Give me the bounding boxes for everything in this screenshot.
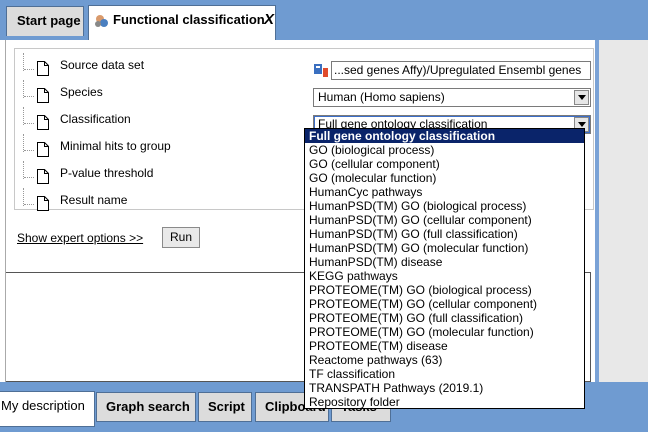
dropdown-option[interactable]: HumanPSD(TM) GO (cellular component)	[305, 213, 584, 227]
dropdown-option[interactable]: PROTEOME(TM) GO (cellular component)	[305, 297, 584, 311]
dropdown-option[interactable]: GO (biological process)	[305, 143, 584, 157]
source-data-set-value[interactable]: ...sed genes Affy)/Upregulated Ensembl g…	[331, 61, 591, 80]
tab-script[interactable]: Script	[198, 392, 252, 422]
close-icon[interactable]: X	[264, 6, 274, 34]
classification-label: Classification	[60, 112, 131, 126]
dropdown-option[interactable]: PROTEOME(TM) disease	[305, 339, 584, 353]
dropdown-option[interactable]: KEGG pathways	[305, 269, 584, 283]
document-icon	[37, 169, 49, 184]
tree-branch	[24, 177, 34, 178]
dataset-icon	[314, 64, 328, 77]
tab-functional-label: Functional classification	[113, 12, 265, 27]
dropdown-option[interactable]: HumanPSD(TM) disease	[305, 255, 584, 269]
dropdown-option[interactable]: HumanPSD(TM) GO (molecular function)	[305, 241, 584, 255]
dropdown-option[interactable]: PROTEOME(TM) GO (biological process)	[305, 283, 584, 297]
classification-dropdown-list[interactable]: Full gene ontology classification GO (bio…	[304, 128, 585, 409]
dropdown-option[interactable]: TRANSPATH Pathways (2019.1)	[305, 381, 584, 395]
document-icon	[37, 88, 49, 103]
tree-branch	[24, 150, 34, 151]
species-select[interactable]: Human (Homo sapiens)	[313, 88, 591, 107]
p-value-label: P-value threshold	[60, 166, 154, 180]
side-panel	[595, 40, 648, 382]
run-button[interactable]: Run	[162, 227, 200, 248]
species-value: Human (Homo sapiens)	[318, 90, 445, 104]
result-name-label: Result name	[60, 193, 128, 207]
dropdown-option[interactable]: Reactome pathways (63)	[305, 353, 584, 367]
tree-branch	[24, 123, 34, 124]
dropdown-option[interactable]: TF classification	[305, 367, 584, 381]
tree-branch	[24, 204, 34, 205]
source-data-set-field[interactable]: ...sed genes Affy)/Upregulated Ensembl g…	[313, 61, 591, 80]
dropdown-option[interactable]: HumanPSD(TM) GO (full classification)	[305, 227, 584, 241]
document-icon	[37, 115, 49, 130]
tab-my-description[interactable]: My description	[0, 391, 95, 427]
minimal-hits-label: Minimal hits to group	[60, 139, 171, 153]
tab-graph-search[interactable]: Graph search	[96, 392, 196, 422]
row-species: Species Human (Homo sapiens)	[15, 80, 593, 109]
functional-classification-icon	[95, 15, 108, 27]
row-source-data-set: Source data set ...sed genes Affy)/Upreg…	[15, 53, 593, 82]
dropdown-option[interactable]: PROTEOME(TM) GO (molecular function)	[305, 325, 584, 339]
dropdown-option[interactable]: HumanCyc pathways	[305, 185, 584, 199]
document-icon	[37, 61, 49, 76]
dropdown-option[interactable]: PROTEOME(TM) GO (full classification)	[305, 311, 584, 325]
source-data-set-label: Source data set	[60, 58, 145, 72]
dropdown-option[interactable]: Repository folder	[305, 395, 584, 409]
document-icon	[37, 142, 49, 157]
side-panel-body	[599, 40, 648, 382]
document-icon	[37, 196, 49, 211]
chevron-down-icon[interactable]	[574, 90, 589, 105]
tree-branch	[24, 96, 34, 97]
dropdown-option[interactable]: GO (molecular function)	[305, 171, 584, 185]
tab-start-page[interactable]: Start page	[6, 6, 84, 36]
show-expert-options-link[interactable]: Show expert options >>	[17, 231, 143, 245]
species-label: Species	[60, 85, 103, 99]
dropdown-option[interactable]: GO (cellular component)	[305, 157, 584, 171]
dropdown-option[interactable]: HumanPSD(TM) GO (biological process)	[305, 199, 584, 213]
tab-functional-classification[interactable]: Functional classification X	[88, 5, 276, 40]
top-tab-bar: Start page Functional classification X	[0, 0, 648, 40]
tree-branch	[24, 69, 34, 70]
dropdown-option[interactable]: Full gene ontology classification	[305, 129, 584, 143]
